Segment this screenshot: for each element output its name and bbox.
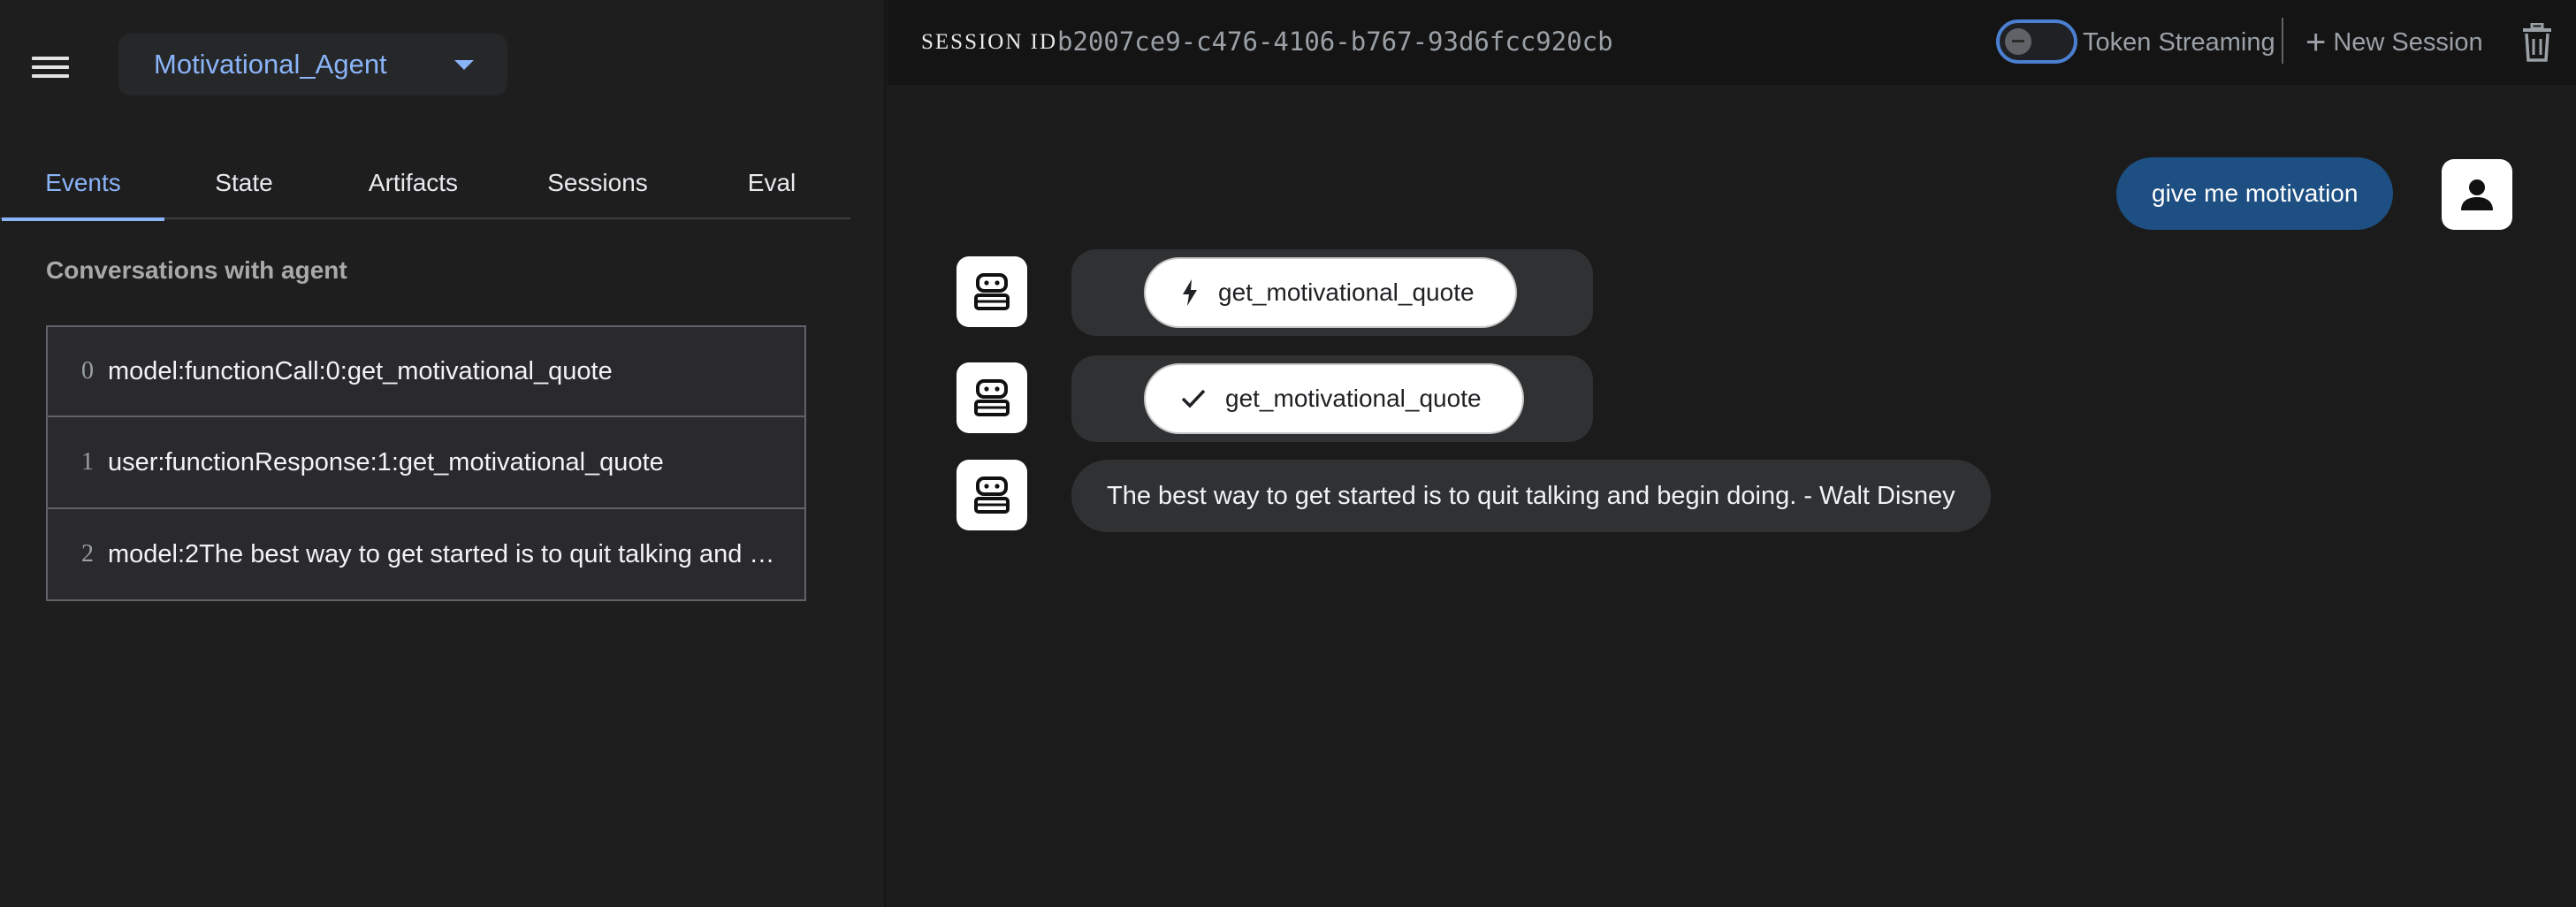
person-icon	[2461, 179, 2493, 210]
menu-icon[interactable]	[32, 53, 69, 81]
sidebar-tabs: Events State Artifacts Sessions Eval	[0, 147, 850, 221]
tab-eval[interactable]: Eval	[735, 147, 808, 219]
robot-icon	[974, 379, 1010, 416]
session-id-value: b2007ce9-c476-4106-b767-93d6fcc920cb	[1057, 27, 1613, 57]
plus-icon: +	[2305, 23, 2327, 62]
event-row[interactable]: 2 model:2The best way to get started is …	[46, 509, 806, 601]
bot-avatar	[956, 362, 1027, 433]
toggle-knob	[2005, 28, 2031, 55]
new-session-label: New Session	[2333, 27, 2483, 57]
robot-icon	[974, 476, 1010, 514]
chat-area: give me motivation get_motivational_quot…	[888, 85, 2576, 907]
function-call-name: get_motivational_quote	[1218, 278, 1475, 306]
tab-state[interactable]: State	[200, 147, 288, 219]
caret-down-icon	[454, 60, 474, 70]
event-index: 2	[81, 540, 94, 568]
event-row[interactable]: 0 model:functionCall:0:get_motivational_…	[46, 325, 806, 417]
trash-icon[interactable]	[2519, 23, 2555, 62]
tab-artifacts[interactable]: Artifacts	[354, 147, 473, 219]
event-row[interactable]: 1 user:functionResponse:1:get_motivation…	[46, 417, 806, 509]
agent-selector[interactable]: Motivational_Agent	[118, 34, 507, 95]
robot-icon	[974, 273, 1010, 310]
bot-message-bubble: The best way to get started is to quit t…	[1071, 460, 1991, 532]
bolt-icon	[1183, 279, 1197, 306]
user-avatar	[2442, 159, 2512, 230]
tab-sessions[interactable]: Sessions	[536, 147, 659, 219]
left-sidebar: Motivational_Agent Events State Artifact…	[0, 0, 886, 907]
event-text: user:functionResponse:1:get_motivational…	[108, 447, 664, 476]
conversations-title: Conversations with agent	[46, 256, 347, 284]
bot-avatar	[956, 460, 1027, 530]
token-streaming-toggle[interactable]	[1996, 19, 2077, 64]
function-call-panel: get_motivational_quote	[1071, 249, 1593, 336]
event-list: 0 model:functionCall:0:get_motivational_…	[46, 325, 806, 601]
token-streaming-label: Token Streaming	[2083, 28, 2275, 57]
session-id-label: SESSION ID	[921, 30, 1058, 54]
new-session-button[interactable]: + New Session	[2305, 21, 2483, 64]
event-index: 0	[81, 357, 94, 385]
function-response-chip[interactable]: get_motivational_quote	[1144, 363, 1524, 434]
event-index: 1	[81, 448, 94, 476]
topbar-divider	[2282, 18, 2283, 64]
check-icon	[1181, 389, 1206, 408]
function-call-chip[interactable]: get_motivational_quote	[1144, 257, 1517, 328]
top-bar: SESSION ID b2007ce9-c476-4106-b767-93d6f…	[888, 0, 2576, 85]
event-text: model:functionCall:0:get_motivational_qu…	[108, 356, 613, 385]
user-message-bubble: give me motivation	[2116, 157, 2394, 230]
tab-events[interactable]: Events	[2, 147, 164, 221]
function-response-name: get_motivational_quote	[1225, 385, 1482, 412]
event-text: model:2The best way to get started is to…	[108, 539, 780, 568]
agent-name: Motivational_Agent	[154, 49, 387, 80]
bot-avatar	[956, 256, 1027, 327]
function-response-panel: get_motivational_quote	[1071, 355, 1593, 442]
